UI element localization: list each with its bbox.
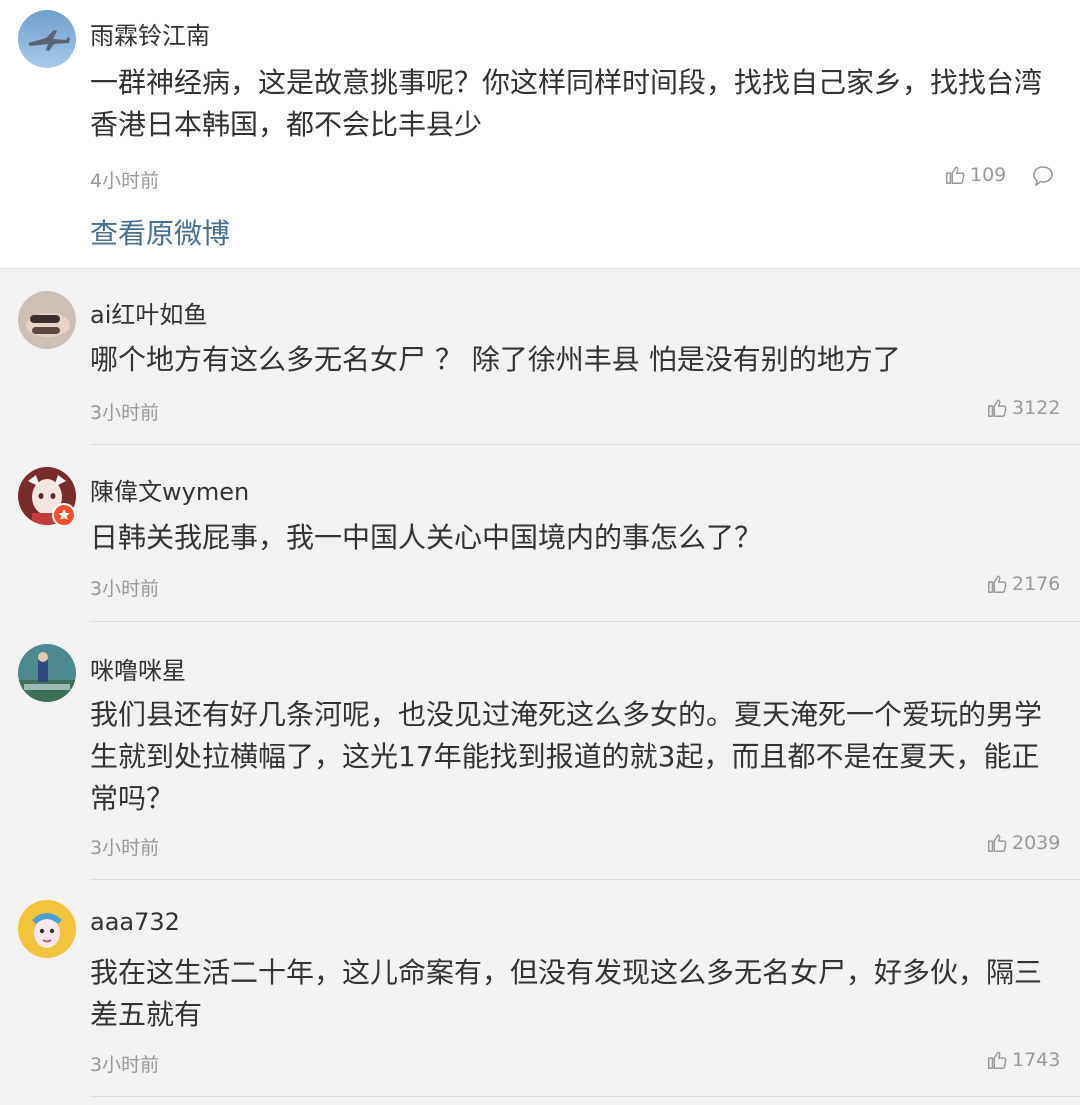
like-count: 2039 xyxy=(1012,832,1061,854)
username[interactable]: ai红叶如鱼 xyxy=(90,295,207,330)
opera-mask-avatar-icon xyxy=(18,900,76,958)
like-button[interactable]: 2039 xyxy=(986,832,1060,854)
star-badge-icon xyxy=(52,503,76,527)
timestamp: 3小时前 xyxy=(90,578,160,600)
like-count: 109 xyxy=(970,164,1007,186)
like-button[interactable]: 2176 xyxy=(986,573,1060,595)
avatar[interactable] xyxy=(18,291,76,349)
like-count: 1743 xyxy=(1012,1049,1061,1071)
avatar[interactable] xyxy=(18,644,76,702)
thumbs-up-icon xyxy=(988,834,1007,852)
username[interactable]: 咪噜咪星 xyxy=(90,651,186,686)
username[interactable]: aaa732 xyxy=(90,908,180,936)
comment-text: 一群神经病，这是故意挑事呢？你这样同样时间段，找找自己家乡，找找台湾香港日本韩国… xyxy=(90,66,1043,141)
hand-photo-avatar-icon xyxy=(18,291,76,349)
game-screen-avatar-icon xyxy=(18,644,76,702)
thumbs-up-icon xyxy=(988,399,1007,417)
timestamp: 3小时前 xyxy=(90,402,160,424)
avatar[interactable] xyxy=(18,900,76,958)
reply-button[interactable] xyxy=(1031,164,1055,192)
like-count: 2176 xyxy=(1012,573,1061,595)
view-original-link[interactable]: 查看原微博 xyxy=(90,212,230,252)
comment-text: 我在这生活二十年，这儿命案有，但没有发现这么多无名女尸，好多伙，隔三差五就有 xyxy=(90,956,1043,1031)
like-count: 3122 xyxy=(1012,397,1061,419)
divider xyxy=(90,621,1080,622)
thumbs-up-icon xyxy=(946,166,965,184)
username[interactable]: 雨霖铃江南 xyxy=(90,16,210,51)
like-button[interactable]: 3122 xyxy=(986,397,1060,419)
comment-bubble-icon xyxy=(1033,166,1053,186)
divider xyxy=(90,444,1080,445)
timestamp: 3小时前 xyxy=(90,837,160,859)
like-button[interactable]: 109 xyxy=(944,164,1006,186)
timestamp: 4小时前 xyxy=(90,170,160,192)
divider xyxy=(90,1096,1080,1097)
comment-list: ai红叶如鱼 哪个地方有这么多无名女尸 ？ 除了徐州丰县 怕是没有别的地方了 3… xyxy=(0,268,1080,1105)
main-comment: 雨霖铃江南 一群神经病，这是故意挑事呢？你这样同样时间段，找找自己家乡，找找台湾… xyxy=(0,0,1080,268)
username[interactable]: 陳偉文wymen xyxy=(90,472,249,507)
avatar[interactable] xyxy=(18,10,76,68)
timestamp: 3小时前 xyxy=(90,1054,160,1076)
comment-text: 日韩关我屁事，我一中国人关心中国境内的事怎么了？ xyxy=(90,521,763,554)
fighter-jet-avatar-icon xyxy=(18,10,76,68)
thumbs-up-icon xyxy=(988,1051,1007,1069)
comment-text: 我们县还有好几条河呢，也没见过淹死这么多女的。夏天淹死一个爱玩的男学生就到处拉横… xyxy=(90,698,1043,815)
divider xyxy=(90,879,1080,880)
comment-text: 哪个地方有这么多无名女尸 ？ 除了徐州丰县 怕是没有别的地方了 xyxy=(90,343,901,376)
like-button[interactable]: 1743 xyxy=(986,1049,1060,1071)
thumbs-up-icon xyxy=(988,575,1007,593)
